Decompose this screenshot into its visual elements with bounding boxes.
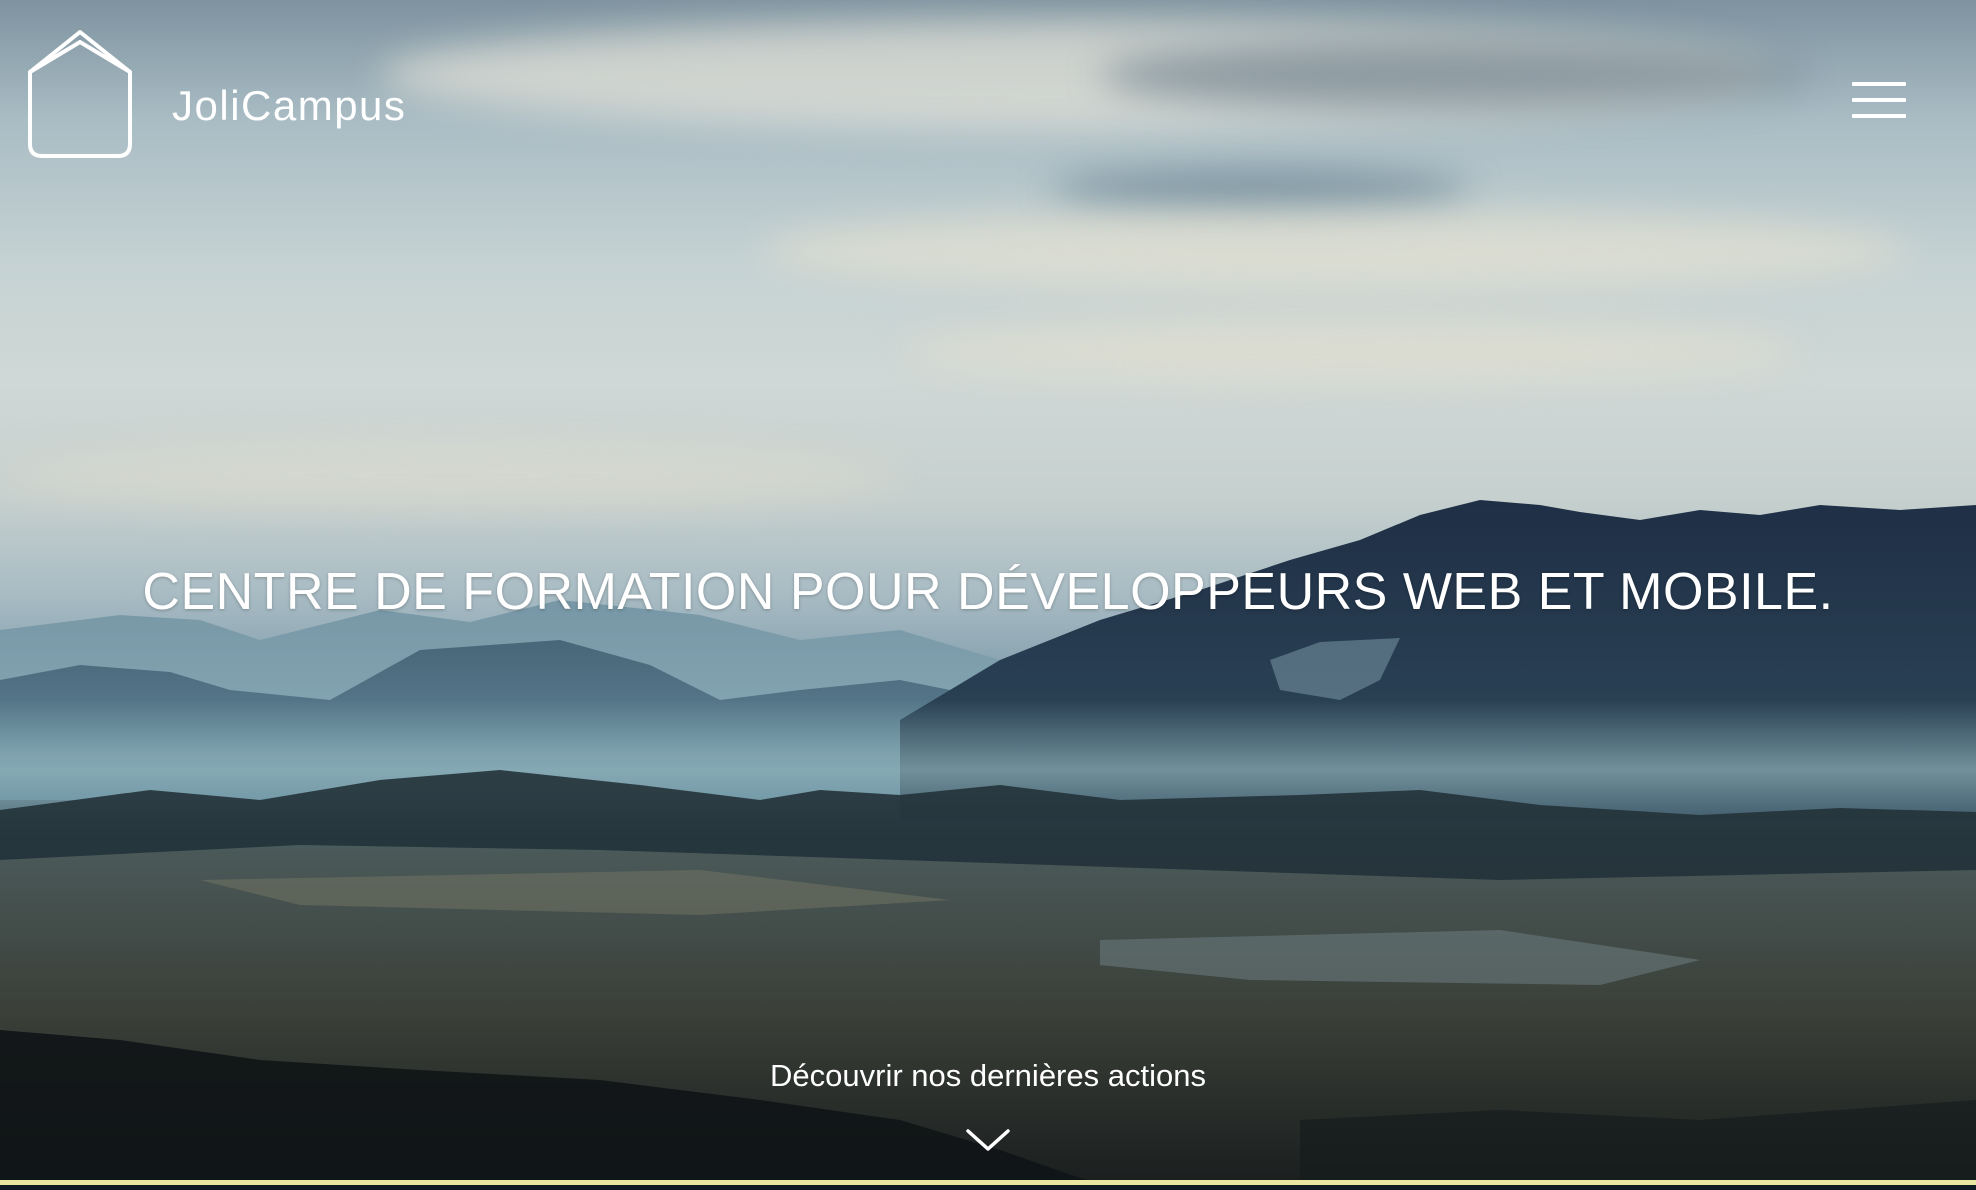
- discover-label[interactable]: Découvrir nos dernières actions: [770, 1052, 1206, 1100]
- menu-bar: [1852, 114, 1906, 118]
- hero-section: JoliCampus CENTRE DE FORMATION POUR DÉVE…: [0, 0, 1976, 1185]
- brand-name[interactable]: JoliCampus: [172, 80, 406, 132]
- top-navigation-bar: JoliCampus: [0, 0, 1976, 170]
- menu-bar: [1852, 82, 1906, 86]
- bottom-accent-line: [0, 1180, 1976, 1185]
- hero-headline: CENTRE DE FORMATION POUR DÉVELOPPEURS WE…: [142, 563, 1834, 621]
- chevron-down-icon[interactable]: [964, 1125, 1012, 1155]
- discover-link[interactable]: Découvrir nos dernières actions: [0, 1052, 1976, 1100]
- hamburger-menu-icon[interactable]: [1852, 82, 1906, 122]
- menu-bar: [1852, 98, 1906, 102]
- house-outline-icon[interactable]: [26, 28, 134, 160]
